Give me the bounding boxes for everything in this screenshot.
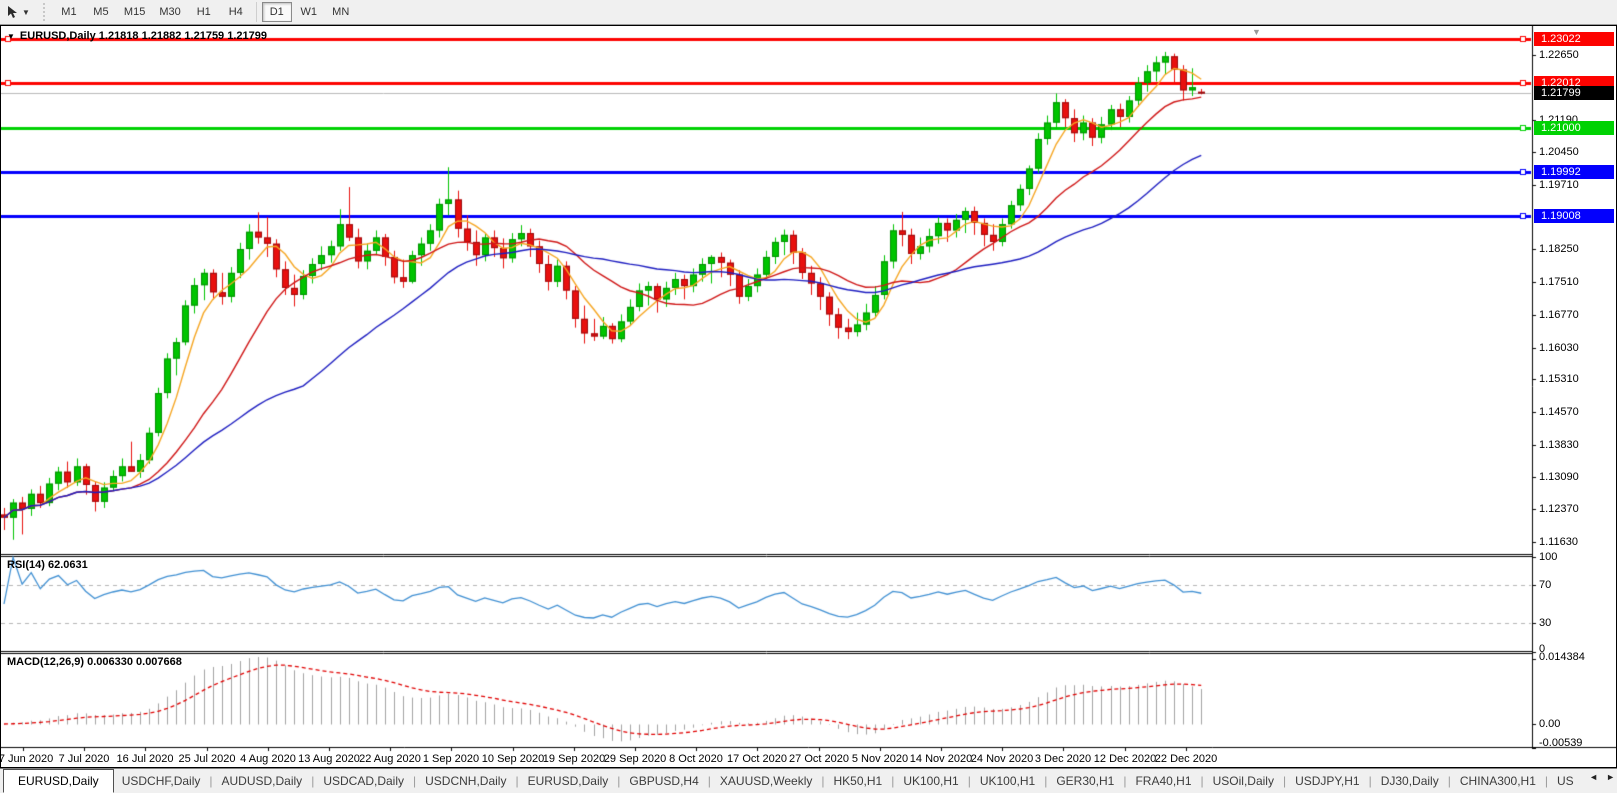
date-axis-label: 19 Sep 2020 — [542, 753, 606, 765]
timeframe-button-h1[interactable]: H1 — [189, 2, 219, 22]
timeframe-button-m1[interactable]: M1 — [54, 2, 84, 22]
dropdown-caret-icon: ▼ — [22, 7, 30, 17]
date-axis-label: 7 Jul 2020 — [58, 753, 110, 765]
price-tick-label: 1.22650 — [1539, 49, 1579, 61]
price-badge: 1.19008 — [1534, 209, 1614, 223]
chart-tab-fra40-h1[interactable]: FRA40,H1 — [1127, 771, 1199, 791]
chart-tab-usdchf-daily[interactable]: USDCHF,Daily — [114, 771, 209, 791]
date-axis-label: 22 Aug 2020 — [359, 753, 421, 765]
date-axis-label: 27 Jun 2020 — [0, 753, 54, 765]
date-axis-label: 25 Jul 2020 — [178, 753, 236, 765]
price-tick-label: 1.19710 — [1539, 179, 1579, 191]
chart-shift-marker-icon[interactable]: ▼ — [1252, 27, 1261, 37]
date-axis-label: 1 Sep 2020 — [422, 753, 480, 765]
price-tick-label: 1.12370 — [1539, 503, 1579, 515]
price-badge: 1.19992 — [1534, 165, 1614, 179]
chart-collapse-icon[interactable]: ▼ — [7, 32, 15, 41]
date-axis-label: 4 Aug 2020 — [240, 753, 296, 765]
timeframe-buttons: M1 M5 M15 M30 H1 H4 D1 W1 MN — [53, 2, 357, 22]
date-axis-label: 22 Dec 2020 — [1154, 753, 1218, 765]
timeframe-button-m30[interactable]: M30 — [153, 2, 186, 22]
rsi-axis-label: 30 — [1539, 617, 1552, 629]
toolbar-separator — [255, 2, 257, 22]
timeframe-button-w1[interactable]: W1 — [294, 2, 324, 22]
date-axis-label: 16 Jul 2020 — [116, 753, 174, 765]
price-tick-label: 1.15310 — [1539, 373, 1579, 385]
price-badge: 1.21799 — [1534, 86, 1614, 100]
price-badge: 1.21000 — [1534, 121, 1614, 135]
tab-scroll-left-icon[interactable]: ◄ — [1589, 772, 1598, 782]
timeframe-button-m5[interactable]: M5 — [86, 2, 116, 22]
chart-tab-us[interactable]: US — [1549, 771, 1582, 791]
chart-tab-audusd-daily[interactable]: AUDUSD,Daily — [214, 771, 311, 791]
price-badge: 1.23022 — [1534, 32, 1614, 46]
date-axis-label: 12 Dec 2020 — [1093, 753, 1157, 765]
chart-tab-dj30-daily[interactable]: DJ30,Daily — [1373, 771, 1447, 791]
chart-tab-usdcnh-daily[interactable]: USDCNH,Daily — [417, 771, 514, 791]
chart-tab-usdcad-daily[interactable]: USDCAD,Daily — [315, 771, 412, 791]
date-axis-label: 17 Oct 2020 — [727, 753, 787, 765]
chart-tab-xauusd-weekly[interactable]: XAUUSD,Weekly — [712, 771, 820, 791]
price-tick-label: 1.20450 — [1539, 146, 1579, 158]
price-tick-label: 1.18250 — [1539, 243, 1579, 255]
chart-title-text: EURUSD,Daily 1.21818 1.21882 1.21759 1.2… — [19, 30, 267, 42]
macd-indicator-label: MACD(12,26,9) 0.006330 0.007668 — [7, 656, 182, 668]
rsi-indicator-label: RSI(14) 62.0631 — [7, 559, 88, 571]
chart-tab-hk50-h1[interactable]: HK50,H1 — [825, 771, 890, 791]
price-tick-label: 1.13830 — [1539, 439, 1579, 451]
date-axis-label: 13 Aug 2020 — [298, 753, 360, 765]
cursor-tool-button[interactable]: ▼ — [0, 1, 36, 23]
price-tick-label: 1.16030 — [1539, 342, 1579, 354]
price-tick-label: 1.13090 — [1539, 471, 1579, 483]
chart-tab-eurusd-daily[interactable]: EURUSD,Daily — [3, 769, 114, 793]
chart-tab-uk100-h1[interactable]: UK100,H1 — [895, 771, 966, 791]
price-tick-label: 1.14570 — [1539, 406, 1579, 418]
price-tick-label: 1.16770 — [1539, 309, 1579, 321]
rsi-axis-label: 100 — [1539, 551, 1558, 563]
toolbar-drag-handle[interactable] — [41, 3, 47, 21]
macd-axis-label: -0.00539 — [1539, 737, 1583, 749]
chart-tab-usdjpy-h1[interactable]: USDJPY,H1 — [1287, 771, 1367, 791]
tab-scroll-right-icon[interactable]: ► — [1606, 772, 1615, 782]
chart-window: ▼ EURUSD,Daily 1.21818 1.21882 1.21759 1… — [0, 25, 1617, 768]
date-axis-label: 10 Sep 2020 — [481, 753, 545, 765]
timeframe-button-h4[interactable]: H4 — [221, 2, 251, 22]
chart-tab-uk100-h1[interactable]: UK100,H1 — [972, 771, 1043, 791]
rsi-axis-label: 70 — [1539, 579, 1552, 591]
macd-axis-label: 0.014384 — [1539, 651, 1585, 663]
date-axis-label: 3 Dec 2020 — [1034, 753, 1092, 765]
chart-title: ▼ EURUSD,Daily 1.21818 1.21882 1.21759 1… — [7, 30, 267, 42]
price-tick-label: 1.17510 — [1539, 276, 1579, 288]
timeframe-toolbar: ▼ M1 M5 M15 M30 H1 H4 D1 W1 MN — [0, 0, 1617, 25]
date-axis-label: 14 Nov 2020 — [909, 753, 973, 765]
timeframe-button-mn[interactable]: MN — [326, 2, 356, 22]
date-axis-label: 24 Nov 2020 — [970, 753, 1034, 765]
date-axis-label: 5 Nov 2020 — [851, 753, 909, 765]
timeframe-button-d1[interactable]: D1 — [261, 2, 292, 22]
tab-scroll-controls: ◄ ► — [1583, 772, 1615, 782]
price-tick-label: 1.11630 — [1539, 536, 1578, 548]
macd-axis-label: 0.00 — [1539, 718, 1561, 730]
date-axis-label: 27 Oct 2020 — [789, 753, 849, 765]
chart-tab-china300-h1[interactable]: CHINA300,H1 — [1452, 771, 1544, 791]
chart-tab-bar: EURUSD,Daily USDCHF,Daily | AUDUSD,Daily | US… — [0, 768, 1617, 793]
chart-tab-eurusd-daily[interactable]: EURUSD,Daily — [520, 771, 617, 791]
date-axis-label: 29 Sep 2020 — [603, 753, 667, 765]
cursor-arrow-icon — [8, 6, 17, 18]
chart-canvas[interactable] — [1, 26, 1616, 767]
chart-tab-usoil-daily[interactable]: USOil,Daily — [1205, 771, 1282, 791]
chart-tab-ger30-h1[interactable]: GER30,H1 — [1048, 771, 1122, 791]
chart-tab-gbpusd-h4[interactable]: GBPUSD,H4 — [621, 771, 706, 791]
mt4-terminal: ▼ M1 M5 M15 M30 H1 H4 D1 W1 MN ▼ EURUSD,Daily 1.… — [0, 0, 1617, 793]
date-axis-label: 8 Oct 2020 — [669, 753, 723, 765]
timeframe-button-m15[interactable]: M15 — [118, 2, 151, 22]
